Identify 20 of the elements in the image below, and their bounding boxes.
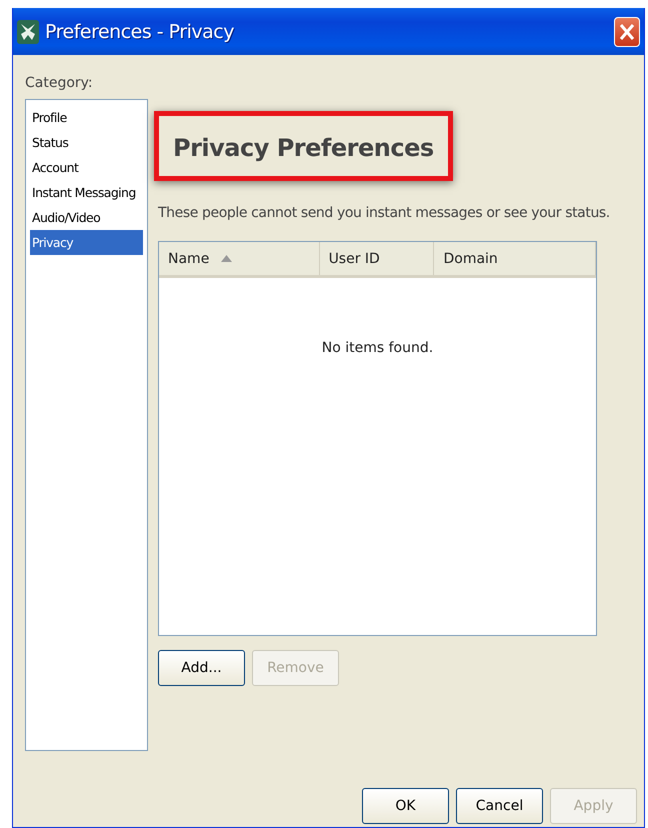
description-text: These people cannot send you instant messages or see your status. (158, 205, 611, 221)
column-header[interactable]: User ID (320, 242, 434, 275)
column-header[interactable]: Name (159, 242, 320, 275)
close-icon (619, 22, 635, 40)
category-item[interactable]: Status (30, 130, 143, 155)
page-heading: Privacy Preferences (173, 134, 434, 162)
column-header[interactable]: Domain (434, 242, 596, 275)
close-button[interactable] (614, 16, 640, 46)
window-title: Preferences - Privacy (45, 20, 235, 42)
category-label: Category: (25, 75, 94, 91)
category-item[interactable]: Audio/Video (30, 205, 143, 230)
ok-button[interactable]: OK (362, 788, 449, 824)
add-button[interactable]: Add... (158, 650, 245, 686)
category-item[interactable]: Account (30, 155, 143, 180)
cancel-button[interactable]: Cancel (456, 788, 543, 824)
category-item[interactable]: Privacy (30, 230, 143, 255)
category-item[interactable]: Instant Messaging (30, 180, 143, 205)
category-item[interactable]: Profile (30, 105, 143, 130)
empty-message: No items found. (322, 340, 434, 358)
app-icon (17, 20, 39, 44)
